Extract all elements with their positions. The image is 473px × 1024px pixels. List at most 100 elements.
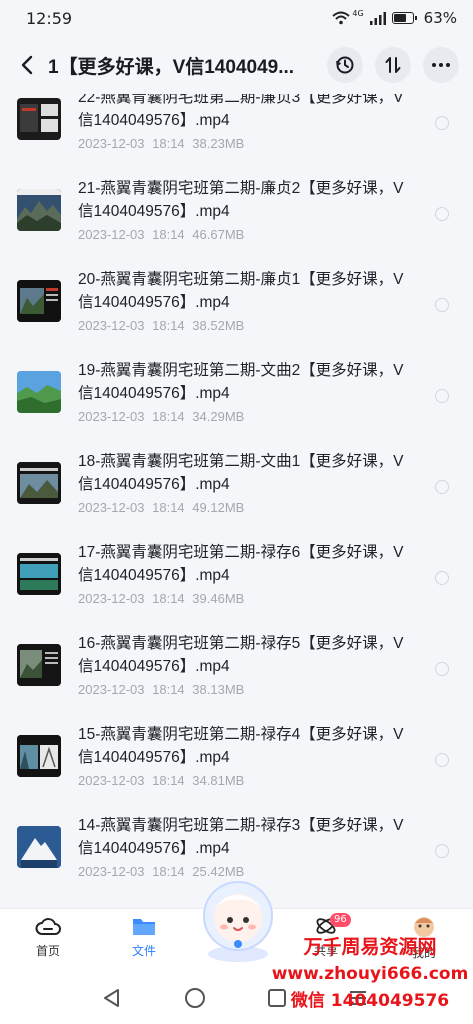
file-meta: 2023-12-03 18:14 34.81MB bbox=[78, 773, 408, 788]
file-size: 38.13MB bbox=[192, 682, 245, 697]
sort-icon bbox=[385, 57, 401, 73]
mascot-assistant-button[interactable] bbox=[197, 874, 279, 964]
select-radio[interactable] bbox=[435, 480, 449, 494]
video-thumbnail bbox=[17, 553, 61, 595]
file-item[interactable]: 17-燕翼青囊阴宅班第二期-禄存6【更多好课，V信1404049576】.mp4… bbox=[0, 541, 473, 632]
file-time: 18:14 bbox=[152, 136, 185, 151]
file-time: 18:14 bbox=[152, 227, 185, 242]
file-name: 21-燕翼青囊阴宅班第二期-廉贞2【更多好课，V信1404049576】.mp4 bbox=[78, 180, 404, 220]
status-bar: 12:59 4G 63% bbox=[0, 0, 473, 36]
file-text: 21-燕翼青囊阴宅班第二期-廉贞2【更多好课，V信1404049576】.mp4… bbox=[78, 177, 408, 242]
select-radio[interactable] bbox=[435, 116, 449, 130]
wifi-icon bbox=[332, 11, 351, 25]
folder-icon bbox=[133, 919, 155, 935]
file-name: 15-燕翼青囊阴宅班第二期-禄存4【更多好课，V信1404049576】.mp4 bbox=[78, 726, 404, 766]
tab-home[interactable]: 首页 bbox=[16, 915, 80, 959]
header-actions bbox=[327, 47, 459, 83]
file-date: 2023-12-03 bbox=[78, 773, 145, 788]
file-item[interactable]: 16-燕翼青囊阴宅班第二期-禄存5【更多好课，V信1404049576】.mp4… bbox=[0, 632, 473, 723]
file-meta: 2023-12-03 18:14 38.52MB bbox=[78, 318, 408, 333]
select-radio[interactable] bbox=[435, 662, 449, 676]
file-date: 2023-12-03 bbox=[78, 591, 145, 606]
file-text: 17-燕翼青囊阴宅班第二期-禄存6【更多好课，V信1404049576】.mp4… bbox=[78, 541, 408, 606]
folder-title: 1【更多好课，V信1404049... bbox=[48, 56, 295, 78]
watermark-url: www.zhouyi666.com bbox=[271, 964, 469, 984]
file-item[interactable]: 18-燕翼青囊阴宅班第二期-文曲1【更多好课，V信1404049576】.mp4… bbox=[0, 450, 473, 541]
file-item[interactable]: 15-燕翼青囊阴宅班第二期-禄存4【更多好课，V信1404049576】.mp4… bbox=[0, 723, 473, 814]
file-date: 2023-12-03 bbox=[78, 318, 145, 333]
file-meta: 2023-12-03 18:14 46.67MB bbox=[78, 227, 408, 242]
file-time: 18:14 bbox=[152, 864, 185, 879]
file-text: 15-燕翼青囊阴宅班第二期-禄存4【更多好课，V信1404049576】.mp4… bbox=[78, 723, 408, 788]
video-thumbnail bbox=[17, 371, 61, 413]
file-time: 18:14 bbox=[152, 682, 185, 697]
file-date: 2023-12-03 bbox=[78, 227, 145, 242]
file-meta: 2023-12-03 18:14 34.29MB bbox=[78, 409, 408, 424]
status-icons: 4G 63% bbox=[332, 9, 457, 27]
file-size: 34.29MB bbox=[192, 409, 245, 424]
file-name: 19-燕翼青囊阴宅班第二期-文曲2【更多好课，V信1404049576】.mp4 bbox=[78, 362, 404, 402]
video-thumbnail bbox=[17, 735, 61, 777]
file-item[interactable]: 19-燕翼青囊阴宅班第二期-文曲2【更多好课，V信1404049576】.mp4… bbox=[0, 359, 473, 450]
select-radio[interactable] bbox=[435, 298, 449, 312]
watermark-overlay: 万千周易资源网 www.zhouyi666.com 微信 1404049576 bbox=[270, 934, 470, 1015]
tab-files-label: 文件 bbox=[131, 944, 156, 958]
share-badge: 96 bbox=[330, 913, 351, 927]
back-triangle-icon[interactable] bbox=[102, 988, 122, 1008]
file-text: 18-燕翼青囊阴宅班第二期-文曲1【更多好课，V信1404049576】.mp4… bbox=[78, 450, 408, 515]
file-size: 39.46MB bbox=[192, 591, 245, 606]
file-text: 19-燕翼青囊阴宅班第二期-文曲2【更多好课，V信1404049576】.mp4… bbox=[78, 359, 408, 424]
history-button[interactable] bbox=[327, 47, 363, 83]
tab-files[interactable]: 文件 bbox=[112, 915, 176, 959]
status-time: 12:59 bbox=[26, 8, 73, 28]
file-meta: 2023-12-03 18:14 38.13MB bbox=[78, 682, 408, 697]
file-date: 2023-12-03 bbox=[78, 682, 145, 697]
battery-percent: 63% bbox=[423, 9, 457, 27]
signal-icon bbox=[369, 11, 386, 25]
file-time: 18:14 bbox=[152, 591, 185, 606]
file-size: 46.67MB bbox=[192, 227, 245, 242]
select-radio[interactable] bbox=[435, 844, 449, 858]
file-date: 2023-12-03 bbox=[78, 864, 145, 879]
file-meta: 2023-12-03 18:14 39.46MB bbox=[78, 591, 408, 606]
file-time: 18:14 bbox=[152, 318, 185, 333]
select-radio[interactable] bbox=[435, 571, 449, 585]
watermark-wechat: 微信 1404049576 bbox=[290, 991, 450, 1011]
file-name: 22-燕翼青囊阴宅班第二期-廉贞3【更多好课，V信1404049576】.mp4 bbox=[78, 94, 404, 129]
file-text: 16-燕翼青囊阴宅班第二期-禄存5【更多好课，V信1404049576】.mp4… bbox=[78, 632, 408, 697]
network-type: 4G bbox=[352, 9, 364, 18]
file-name: 16-燕翼青囊阴宅班第二期-禄存5【更多好课，V信1404049576】.mp4 bbox=[78, 635, 404, 675]
more-icon bbox=[432, 63, 450, 67]
file-size: 38.52MB bbox=[192, 318, 245, 333]
file-text: 22-燕翼青囊阴宅班第二期-廉贞3【更多好课，V信1404049576】.mp4… bbox=[78, 94, 408, 151]
file-date: 2023-12-03 bbox=[78, 136, 145, 151]
cloud-icon bbox=[35, 918, 61, 935]
video-thumbnail bbox=[17, 280, 61, 322]
back-arrow-icon[interactable] bbox=[14, 52, 40, 78]
file-meta: 2023-12-03 18:14 38.23MB bbox=[78, 136, 408, 151]
video-thumbnail bbox=[17, 462, 61, 504]
file-date: 2023-12-03 bbox=[78, 409, 145, 424]
home-circle-icon[interactable] bbox=[184, 987, 206, 1009]
file-name: 17-燕翼青囊阴宅班第二期-禄存6【更多好课，V信1404049576】.mp4 bbox=[78, 544, 404, 584]
video-thumbnail bbox=[17, 644, 61, 686]
header-bar: 1【更多好课，V信1404049... bbox=[0, 36, 473, 94]
more-button[interactable] bbox=[423, 47, 459, 83]
select-radio[interactable] bbox=[435, 389, 449, 403]
file-date: 2023-12-03 bbox=[78, 500, 145, 515]
file-item[interactable]: 22-燕翼青囊阴宅班第二期-廉贞3【更多好课，V信1404049576】.mp4… bbox=[0, 94, 473, 177]
file-size: 34.81MB bbox=[192, 773, 245, 788]
file-name: 20-燕翼青囊阴宅班第二期-廉贞1【更多好课，V信1404049576】.mp4 bbox=[78, 271, 404, 311]
file-item[interactable]: 20-燕翼青囊阴宅班第二期-廉贞1【更多好课，V信1404049576】.mp4… bbox=[0, 268, 473, 359]
select-radio[interactable] bbox=[435, 753, 449, 767]
video-thumbnail bbox=[17, 826, 61, 868]
sort-button[interactable] bbox=[375, 47, 411, 83]
battery-icon bbox=[391, 12, 417, 24]
file-time: 18:14 bbox=[152, 773, 185, 788]
select-radio[interactable] bbox=[435, 207, 449, 221]
file-name: 18-燕翼青囊阴宅班第二期-文曲1【更多好课，V信1404049576】.mp4 bbox=[78, 453, 404, 493]
file-item[interactable]: 21-燕翼青囊阴宅班第二期-廉贞2【更多好课，V信1404049576】.mp4… bbox=[0, 177, 473, 268]
file-time: 18:14 bbox=[152, 500, 185, 515]
file-size: 49.12MB bbox=[192, 500, 245, 515]
file-list: 22-燕翼青囊阴宅班第二期-廉贞3【更多好课，V信1404049576】.mp4… bbox=[0, 94, 473, 908]
